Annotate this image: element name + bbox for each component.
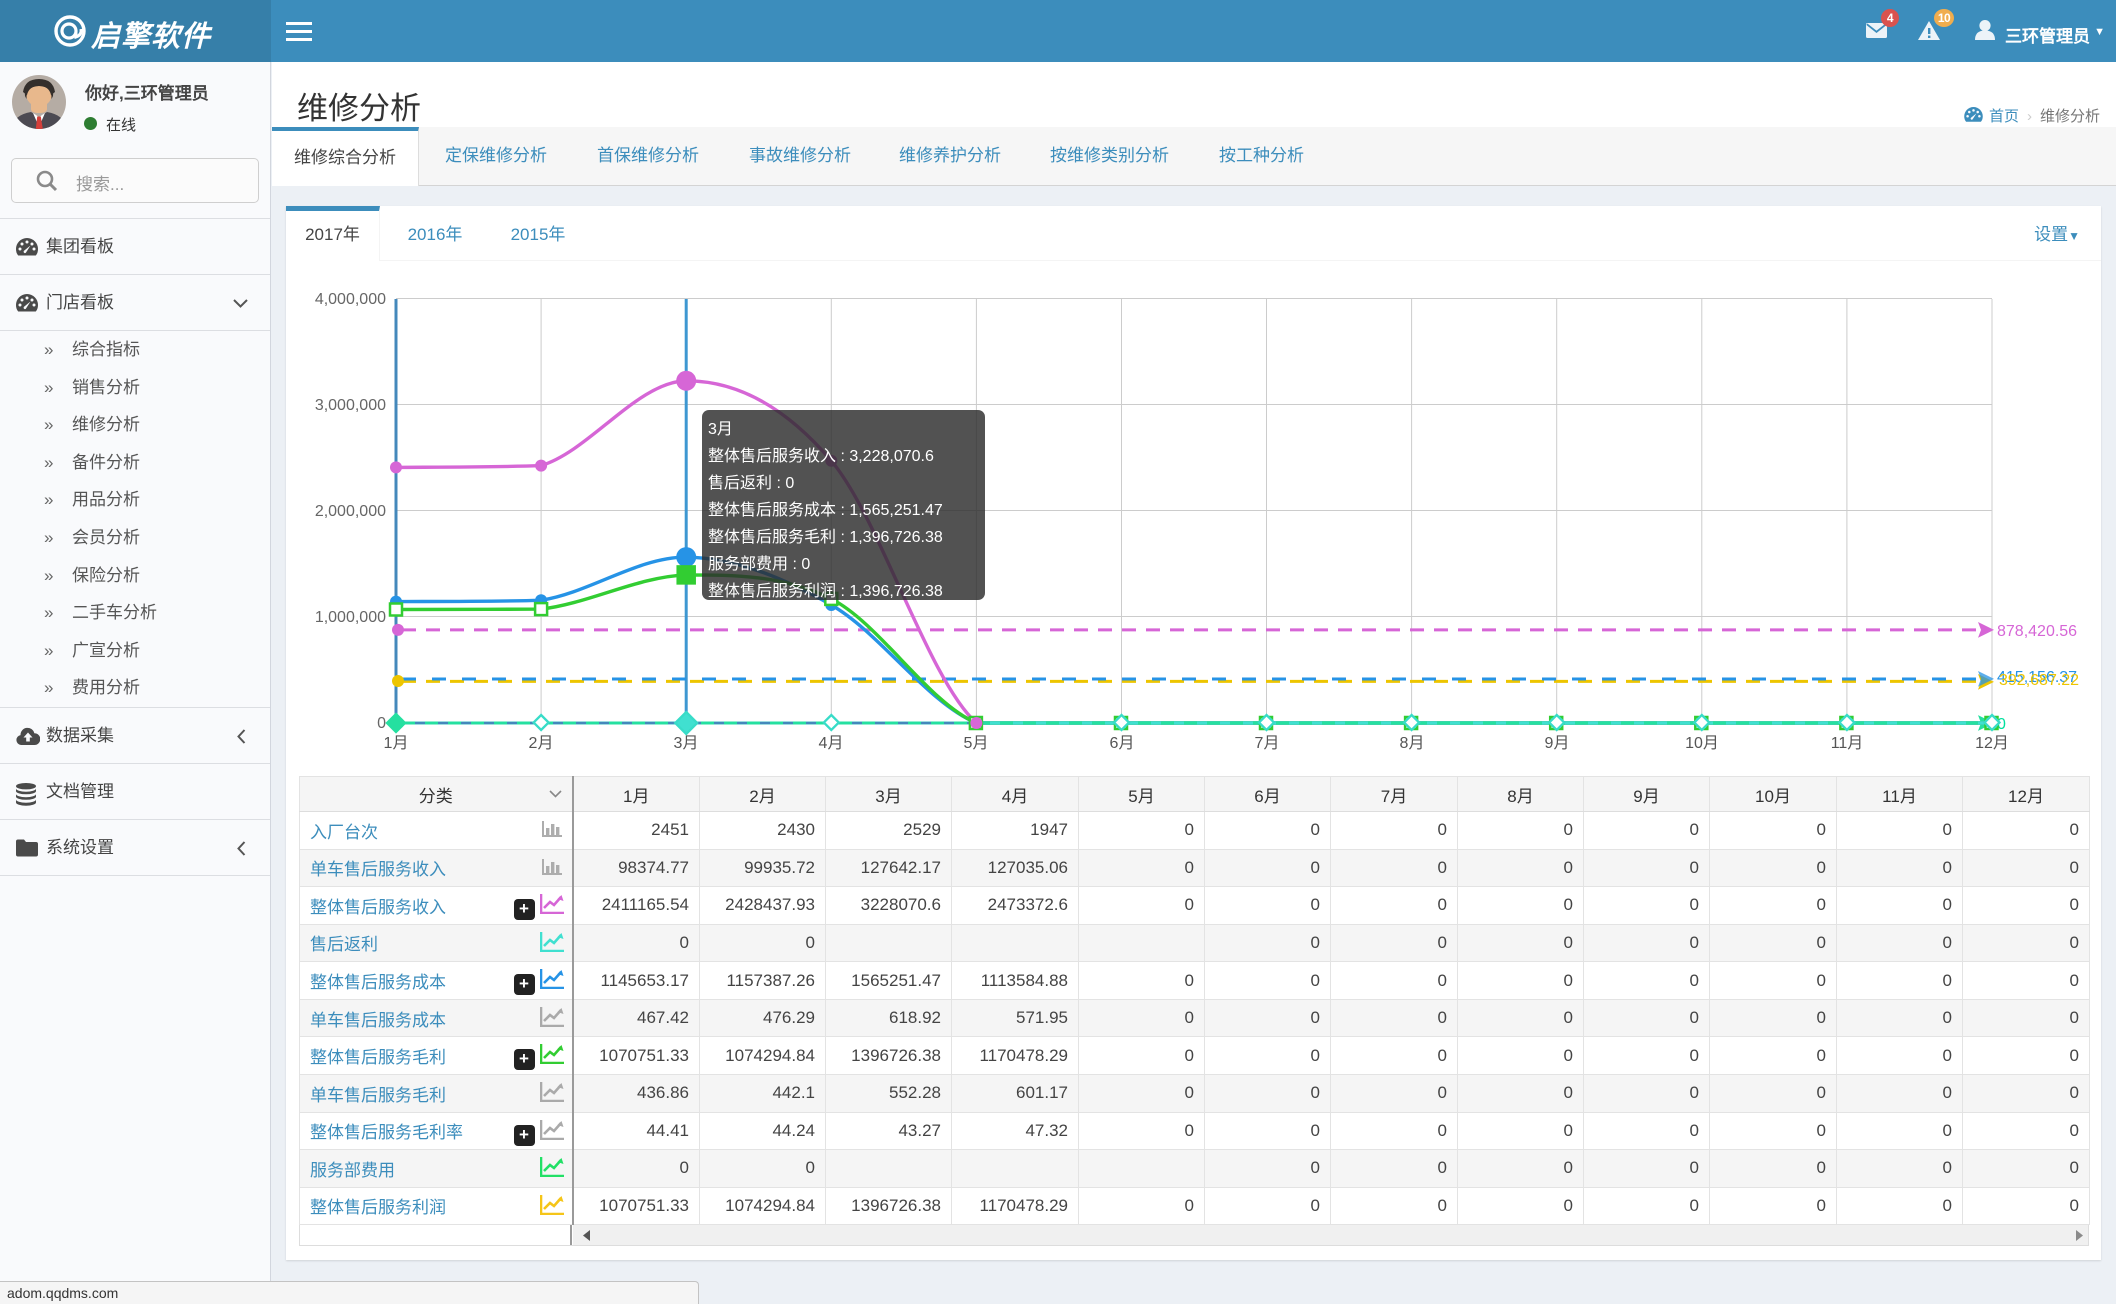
svg-text:3,000,000: 3,000,000 [315,397,386,414]
svg-text:9月: 9月 [1545,735,1570,752]
svg-text:392,687.22: 392,687.22 [1999,672,2079,689]
svg-text:3月: 3月 [708,421,733,438]
svg-text:10月: 10月 [1685,735,1719,752]
svg-text:4,000,000: 4,000,000 [315,291,386,308]
svg-text:878,420.56: 878,420.56 [1997,623,2077,640]
svg-text:0: 0 [377,715,386,732]
svg-text:整体售后服务毛利 : 1,396,726.38: 整体售后服务毛利 : 1,396,726.38 [708,528,943,546]
svg-text:11月: 11月 [1831,735,1864,752]
svg-text:5月: 5月 [964,735,989,752]
svg-text:1,000,000: 1,000,000 [315,609,386,626]
svg-text:8月: 8月 [1400,735,1425,752]
svg-text:1月: 1月 [384,735,409,752]
svg-text:3月: 3月 [674,735,699,752]
svg-text:7月: 7月 [1255,735,1280,752]
svg-text:售后返利 : 0: 售后返利 : 0 [708,474,794,492]
svg-text:6月: 6月 [1110,735,1135,752]
svg-text:4月: 4月 [819,735,844,752]
svg-text:2,000,000: 2,000,000 [315,503,386,520]
svg-text:整体售后服务利润 : 1,396,726.38: 整体售后服务利润 : 1,396,726.38 [708,582,943,600]
svg-text:服务部费用 : 0: 服务部费用 : 0 [708,555,810,573]
svg-text:2月: 2月 [529,735,554,752]
svg-text:整体售后服务成本 : 1,565,251.47: 整体售后服务成本 : 1,565,251.47 [708,501,943,519]
svg-text:12月: 12月 [1975,735,2009,752]
svg-text:整体售后服务收入 : 3,228,070.6: 整体售后服务收入 : 3,228,070.6 [708,447,934,465]
